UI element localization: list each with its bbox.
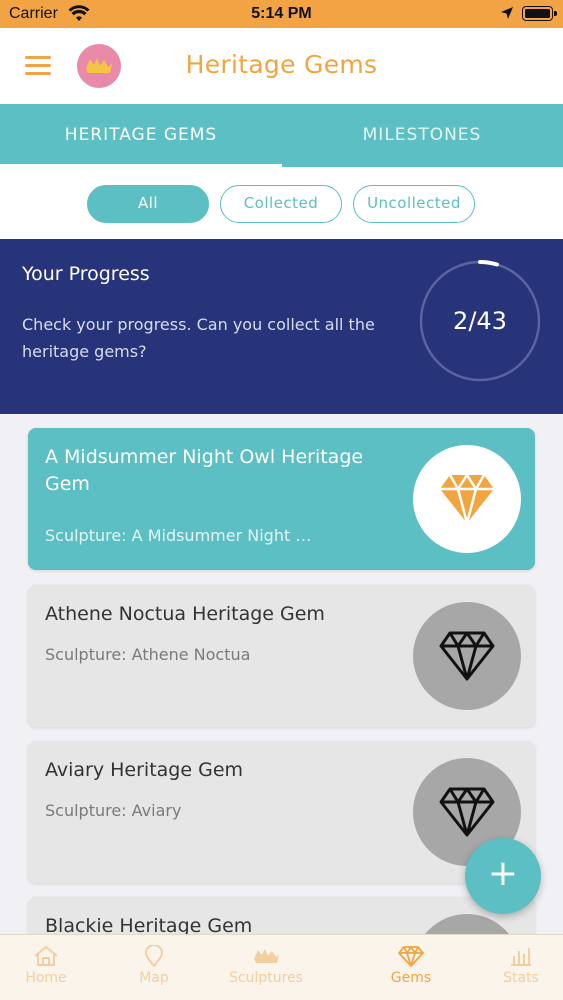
status-time: 5:14 PM — [251, 5, 312, 22]
gem-card-midsummer-night-owl[interactable]: A Midsummer Night Owl Heritage Gem Sculp… — [28, 428, 535, 570]
gem-badge — [413, 602, 521, 710]
nav-label: Map — [139, 970, 169, 986]
progress-count: 2/43 — [453, 307, 507, 335]
filter-all-button[interactable]: All — [87, 185, 209, 223]
nav-stats[interactable]: Stats — [465, 935, 563, 1000]
diamond-icon — [398, 946, 424, 967]
filter-collected-button[interactable]: Collected — [220, 185, 342, 223]
battery-icon — [522, 6, 557, 21]
progress-banner: Your Progress Check your progress. Can y… — [0, 239, 563, 414]
tab-heritage-gems[interactable]: HERITAGE GEMS — [0, 104, 282, 167]
nav-sculptures[interactable]: Sculptures — [210, 935, 322, 1000]
nav-gems[interactable]: Gems — [355, 935, 467, 1000]
bar-chart-icon — [511, 948, 531, 966]
gem-title: Blackie Heritage Gem — [45, 915, 253, 934]
location-arrow-icon — [500, 6, 514, 25]
gem-card-athene-noctua[interactable]: Athene Noctua Heritage Gem Sculpture: At… — [28, 585, 535, 727]
gem-subtitle: Sculpture: Aviary — [45, 801, 182, 820]
page-title: Heritage Gems — [185, 50, 378, 79]
home-icon — [34, 946, 58, 966]
add-button[interactable]: + — [465, 838, 541, 914]
diamond-icon — [440, 473, 494, 525]
nav-map[interactable]: Map — [98, 935, 210, 1000]
gem-title: A Midsummer Night Owl Heritage Gem — [45, 446, 364, 495]
progress-title: Your Progress — [22, 263, 150, 285]
gem-subtitle: Sculpture: Athene Noctua — [45, 645, 251, 664]
bottom-nav: Home Map Sculptures Gems Stats — [0, 934, 563, 1000]
gem-badge — [413, 445, 521, 553]
gem-badge — [413, 914, 521, 934]
gem-subtitle: Sculpture: A Midsummer Night … — [45, 526, 312, 545]
nav-home[interactable]: Home — [0, 935, 102, 1000]
gem-title: Athene Noctua Heritage Gem — [45, 603, 325, 625]
diamond-icon — [439, 787, 495, 837]
filter-bar: All Collected Uncollected — [0, 167, 563, 239]
nav-label: Home — [25, 970, 67, 986]
nav-label: Stats — [503, 970, 539, 986]
app-header: Heritage Gems — [0, 28, 563, 104]
gem-card-aviary[interactable]: Aviary Heritage Gem Sculpture: Aviary — [28, 741, 535, 883]
tab-bar: HERITAGE GEMS MILESTONES — [0, 104, 563, 167]
gem-card-blackie[interactable]: Blackie Heritage Gem — [28, 897, 535, 934]
nav-label: Gems — [390, 970, 432, 986]
filter-uncollected-button[interactable]: Uncollected — [353, 185, 475, 223]
status-bar: Carrier 5:14 PM — [0, 0, 563, 28]
diamond-icon — [439, 631, 495, 681]
owl-icon — [254, 949, 279, 963]
progress-description: Check your progress. Can you collect all… — [22, 315, 375, 361]
gem-title: Aviary Heritage Gem — [45, 759, 244, 781]
map-pin-icon — [144, 945, 164, 967]
tab-milestones[interactable]: MILESTONES — [281, 104, 563, 167]
nav-label: Sculptures — [229, 970, 303, 986]
